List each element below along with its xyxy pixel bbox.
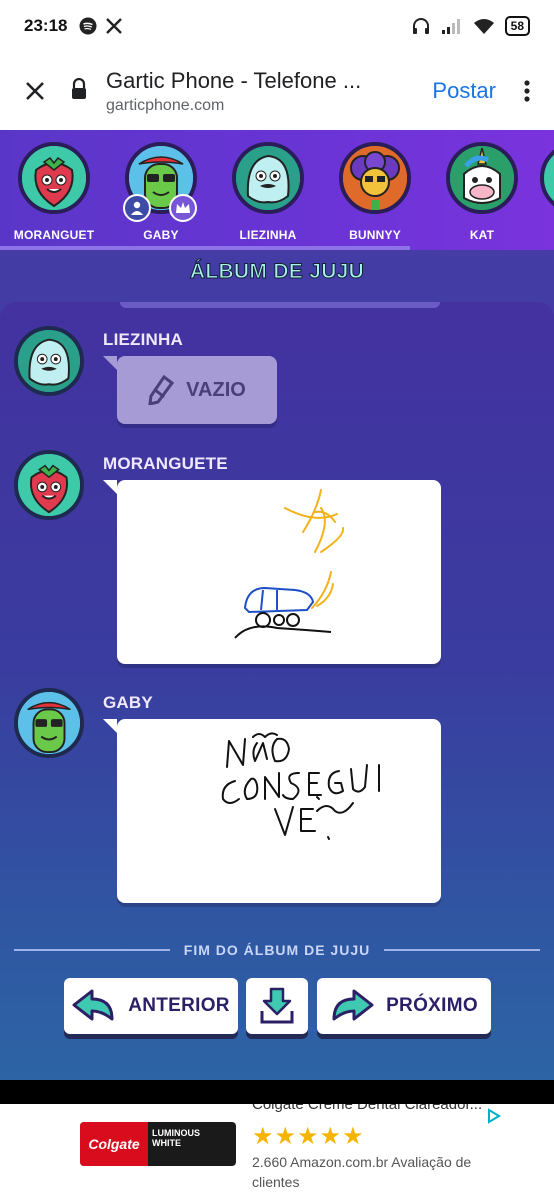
ad-product-image[interactable]: Colgate LUMINOUS WHITE <box>80 1122 236 1166</box>
entry-author-name: LIEZINHA <box>103 330 183 349</box>
avatar <box>232 142 304 214</box>
more-vertical-icon <box>524 80 530 102</box>
ad-product-name: LUMINOUS WHITE <box>152 1128 200 1148</box>
divider-line <box>14 949 170 951</box>
next-label: PRÓXIMO <box>386 995 478 1016</box>
next-button[interactable]: PRÓXIMO <box>317 978 491 1034</box>
strawberry-avatar-icon <box>22 146 86 210</box>
battery-indicator: 58 <box>504 16 530 36</box>
pencil-icon <box>148 375 175 405</box>
download-button[interactable] <box>246 978 308 1034</box>
crown-icon <box>176 202 190 213</box>
drawing-bubble <box>103 480 441 664</box>
page-title: Gartic Phone - Telefone ... <box>106 67 362 93</box>
separator-bar <box>0 1080 554 1104</box>
entry-avatar-gaby <box>14 688 84 758</box>
entry-author-name: MORANGUETE <box>103 454 228 473</box>
ad-title[interactable]: Colgate Creme Dental Clareador... <box>252 1104 492 1113</box>
ad-product-line-2: WHITE <box>152 1138 181 1148</box>
overflow-menu-button[interactable] <box>512 79 542 103</box>
clock: 23:18 <box>24 16 68 35</box>
player-name: BUNNYY <box>349 228 401 242</box>
player-name: MORANGUET <box>13 228 95 242</box>
avatar <box>123 142 197 222</box>
post-button[interactable]: Postar <box>432 78 496 104</box>
close-icon <box>26 82 44 100</box>
panel-tab <box>120 302 440 308</box>
entry-author-name: GABY <box>103 693 153 712</box>
album-panel <box>0 302 554 1080</box>
avatar <box>540 142 554 214</box>
previous-label: ANTERIOR <box>128 995 230 1016</box>
user-badge <box>123 194 151 222</box>
ad-rating-stars: ★★★★★ <box>252 1123 365 1150</box>
handwriting-drawing <box>221 732 380 840</box>
previous-button[interactable]: ANTERIOR <box>64 978 238 1034</box>
album-title: ÁLBUM DE JUJU <box>189 260 365 284</box>
host-badge <box>169 194 197 222</box>
ad-review-count: 2.660 Amazon.com.br Avaliação de cliente… <box>252 1154 472 1190</box>
game-area: MORANGUET GABY LIEZINHA BUNNYY KAT ÁLBUM… <box>0 130 554 1080</box>
arrow-forward-icon <box>332 989 374 1021</box>
strawberry-avatar-icon <box>18 454 80 516</box>
cactus-avatar-icon <box>18 692 80 754</box>
ad-brand-logo: Colgate <box>80 1122 148 1166</box>
avatar <box>446 142 518 214</box>
album-end-divider: FIM DO ÁLBUM DE JUJU <box>14 942 541 958</box>
ad-product-line-1: LUMINOUS <box>152 1128 200 1138</box>
spotify-icon <box>79 17 97 35</box>
player-list[interactable]: MORANGUET GABY LIEZINHA BUNNYY KAT <box>0 130 554 250</box>
flower-avatar-icon <box>343 146 407 210</box>
ghost-avatar-icon <box>236 146 300 210</box>
page-url: garticphone.com <box>106 96 225 114</box>
arrow-back-icon <box>72 989 114 1021</box>
signal-icon <box>441 19 460 34</box>
player-partial[interactable] <box>540 142 554 214</box>
ad-banner[interactable]: Colgate LUMINOUS WHITE Colgate Creme Den… <box>52 1104 502 1200</box>
wifi-icon <box>473 19 494 34</box>
car-sun-drawing <box>234 489 345 639</box>
player-name: LIEZINHA <box>239 228 297 242</box>
player-name: GABY <box>143 228 179 242</box>
ghost-avatar-icon <box>18 330 80 392</box>
avatar <box>18 142 90 214</box>
drawing-bubble <box>103 719 441 903</box>
album-end-label: FIM DO ÁLBUM DE JUJU <box>183 942 371 958</box>
empty-entry-bubble: VAZIO <box>103 356 277 424</box>
close-button[interactable] <box>0 80 70 102</box>
player-bunnyy[interactable]: BUNNYY <box>325 142 425 242</box>
player-kat[interactable]: KAT <box>432 142 532 242</box>
player-list-scrollbar[interactable] <box>0 246 410 250</box>
divider-line <box>384 949 541 951</box>
player-gaby[interactable]: GABY <box>111 142 211 242</box>
lock-icon <box>72 77 86 99</box>
ad-choices-icon[interactable] <box>486 1108 502 1124</box>
download-icon <box>260 987 294 1024</box>
player-name: KAT <box>469 228 495 242</box>
headphones-icon <box>412 18 429 34</box>
x-icon <box>106 18 123 34</box>
player-moranguet[interactable]: MORANGUET <box>4 142 104 242</box>
entry-avatar-liezinha <box>14 326 84 396</box>
security-indicator[interactable] <box>70 77 100 105</box>
unicorn-avatar-icon <box>450 146 514 210</box>
entry-avatar-moranguete <box>14 450 84 520</box>
empty-label: VAZIO <box>186 378 246 401</box>
player-liezinha[interactable]: LIEZINHA <box>218 142 318 242</box>
person-icon <box>131 201 143 215</box>
browser-toolbar: Gartic Phone - Telefone ... garticphone.… <box>0 52 554 130</box>
avatar <box>339 142 411 214</box>
status-bar: 23:18 58 <box>0 0 554 52</box>
page-info[interactable]: Gartic Phone - Telefone ... garticphone.… <box>100 68 432 115</box>
